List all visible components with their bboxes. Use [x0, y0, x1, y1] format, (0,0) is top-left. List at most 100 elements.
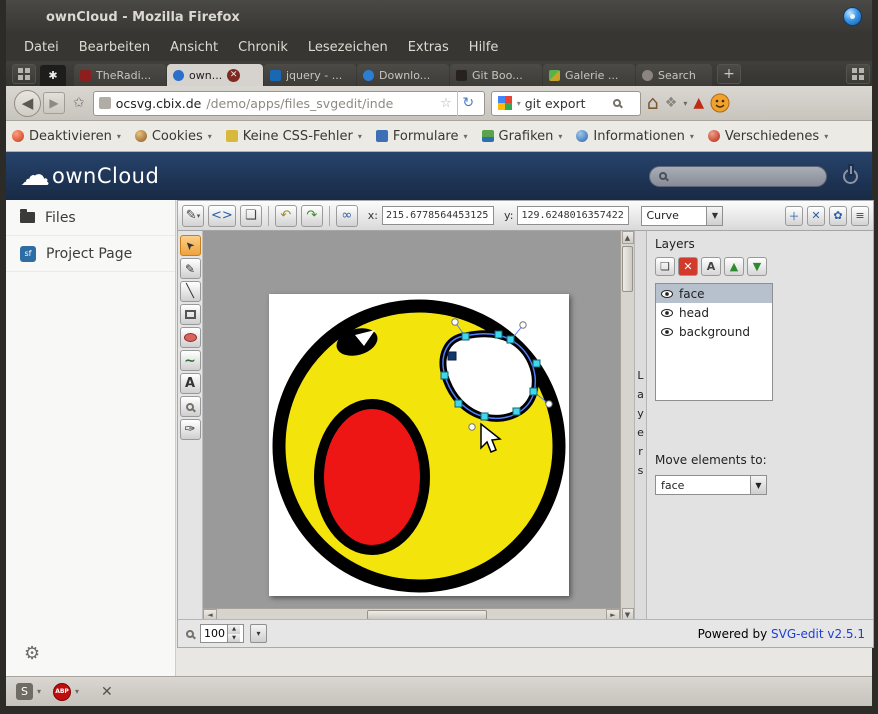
owncloud-logo[interactable]: ☁ ownCloud	[20, 161, 159, 191]
spin-down-icon[interactable]: ▼	[228, 634, 240, 643]
tab-gitbook[interactable]: Git Boo...	[450, 64, 542, 86]
clone-icon[interactable]: ❏	[240, 205, 262, 227]
y-coordinate-input[interactable]	[517, 206, 629, 225]
upload-arrow-icon[interactable]: ▲	[693, 95, 704, 111]
rect-tool[interactable]	[180, 304, 201, 325]
zoom-tool[interactable]	[180, 396, 201, 417]
control-point[interactable]	[469, 424, 475, 430]
url-field[interactable]: ocsvg.cbix.de /demo/apps/files_svgedit/i…	[93, 91, 485, 116]
menu-chronik[interactable]: Chronik	[228, 35, 298, 60]
mouth-ellipse[interactable]	[319, 404, 425, 550]
close-addon-bar-icon[interactable]: ✕	[101, 684, 113, 700]
chevron-down-icon[interactable]: ▾	[517, 99, 521, 108]
back-button[interactable]: ◀	[14, 90, 41, 117]
line-tool[interactable]: ╲	[180, 281, 201, 302]
delete-node-icon[interactable]: ✕	[807, 206, 825, 226]
pinned-tab[interactable]: ✱	[40, 65, 66, 86]
delete-layer-button[interactable]: ✕	[678, 257, 698, 276]
menu-bearbeiten[interactable]: Bearbeiten	[69, 35, 160, 60]
x-coordinate-input[interactable]	[382, 206, 494, 225]
smiley-drawing[interactable]	[269, 294, 569, 596]
search-icon[interactable]	[613, 99, 621, 107]
undo-icon[interactable]: ↶	[275, 205, 297, 227]
sidebar-item-files[interactable]: Files	[6, 200, 175, 236]
devbar-formulare[interactable]: Formulare▾	[376, 129, 468, 144]
tab-download[interactable]: Downlo...	[357, 64, 449, 86]
new-layer-button[interactable]: ❏	[655, 257, 675, 276]
raise-layer-button[interactable]: ▲	[724, 257, 744, 276]
devbar-grafiken[interactable]: Grafiken▾	[482, 129, 563, 144]
drawing-canvas[interactable]	[269, 294, 569, 596]
control-point[interactable]	[520, 322, 526, 328]
layer-row-face[interactable]: face	[656, 284, 772, 303]
chevron-down-icon[interactable]: ▾	[37, 687, 41, 696]
spin-up-icon[interactable]: ▲	[228, 625, 240, 634]
search-input[interactable]	[525, 96, 609, 111]
bookmark-star-icon[interactable]: ✩	[71, 95, 87, 111]
document-properties-icon[interactable]: ≡	[851, 206, 869, 226]
smiley-icon[interactable]	[710, 93, 730, 113]
menu-datei[interactable]: Datei	[14, 35, 69, 60]
extension-icon[interactable]: ❖	[665, 95, 678, 111]
ellipse-tool[interactable]	[180, 327, 201, 348]
tab-theradi[interactable]: TheRadi...	[74, 64, 166, 86]
view-source-icon[interactable]: <>	[208, 205, 236, 227]
path-tool[interactable]: ∼	[180, 350, 201, 371]
layer-row-head[interactable]: head	[656, 303, 772, 322]
reload-button[interactable]: ↻	[457, 91, 479, 116]
select-tool[interactable]: ➤	[180, 235, 201, 256]
control-point[interactable]	[452, 319, 458, 325]
link-control-points-icon[interactable]: ∞	[336, 205, 358, 227]
menu-ansicht[interactable]: Ansicht	[160, 35, 228, 60]
forward-button[interactable]: ▶	[43, 92, 65, 114]
text-tool[interactable]: A	[180, 373, 201, 394]
scroll-up-icon[interactable]: ▲	[622, 231, 634, 244]
tab-galerie[interactable]: Galerie ...	[543, 64, 635, 86]
tab-groups-button[interactable]	[846, 64, 870, 84]
redo-icon[interactable]: ↷	[301, 205, 323, 227]
tab-jquery[interactable]: jquery - ...	[264, 64, 356, 86]
devbar-cookies[interactable]: Cookies▾	[135, 129, 212, 144]
menu-extras[interactable]: Extras	[398, 35, 459, 60]
eye-visibility-icon[interactable]	[661, 290, 673, 298]
star-icon[interactable]: ☆	[440, 96, 452, 111]
menu-hilfe[interactable]: Hilfe	[459, 35, 509, 60]
layers-panel-handle[interactable]: Layers	[634, 231, 647, 621]
segment-type-select[interactable]: Curve ▼	[641, 206, 723, 226]
zoom-spinner[interactable]: ▲▼	[200, 624, 244, 643]
eyedropper-tool[interactable]: ✑	[180, 419, 201, 440]
chevron-down-icon[interactable]: ▾	[75, 687, 79, 696]
chevron-down-icon[interactable]: ▾	[683, 99, 687, 108]
add-subpath-icon[interactable]: ＋	[785, 206, 803, 226]
eye-visibility-icon[interactable]	[661, 328, 673, 336]
search-engine-icon[interactable]	[498, 96, 505, 103]
freehand-tool[interactable]: ✎	[180, 258, 201, 279]
adblock-icon[interactable]: ABP	[53, 683, 71, 701]
pencil-tool-icon[interactable]: ✎▾	[182, 205, 204, 227]
settings-gear-icon[interactable]: ⚙	[24, 643, 40, 664]
rename-layer-button[interactable]: A	[701, 257, 721, 276]
devbar-deaktivieren[interactable]: Deaktivieren▾	[12, 129, 121, 144]
control-point[interactable]	[546, 401, 552, 407]
tab-owncloud-active[interactable]: own... ✕	[167, 64, 263, 86]
devbar-informationen[interactable]: Informationen▾	[576, 129, 694, 144]
tab-search[interactable]: Search	[636, 64, 712, 86]
lower-layer-button[interactable]: ▼	[747, 257, 767, 276]
window-button[interactable]	[843, 7, 862, 26]
selected-node[interactable]	[448, 352, 456, 360]
scrollbar-thumb[interactable]	[622, 246, 633, 292]
sidebar-item-project-page[interactable]: sf Project Page	[6, 236, 175, 272]
move-to-layer-select[interactable]: face ▼	[655, 475, 767, 495]
devbar-verschiedenes[interactable]: Verschiedenes▾	[708, 129, 828, 144]
tab-list-button[interactable]	[12, 64, 36, 84]
eye-visibility-icon[interactable]	[661, 309, 673, 317]
tab-close-icon[interactable]: ✕	[227, 69, 240, 82]
layer-row-background[interactable]: background	[656, 322, 772, 341]
canvas-area[interactable]: ◄ ►	[203, 231, 620, 621]
search-field[interactable]: ▾	[491, 91, 641, 116]
logout-power-icon[interactable]	[843, 169, 858, 184]
zoom-input[interactable]	[201, 627, 227, 640]
vertical-scrollbar[interactable]: ▲ ▼	[620, 231, 634, 621]
menu-lesezeichen[interactable]: Lesezeichen	[298, 35, 398, 60]
svgedit-version-link[interactable]: SVG-edit v2.5.1	[771, 627, 865, 641]
